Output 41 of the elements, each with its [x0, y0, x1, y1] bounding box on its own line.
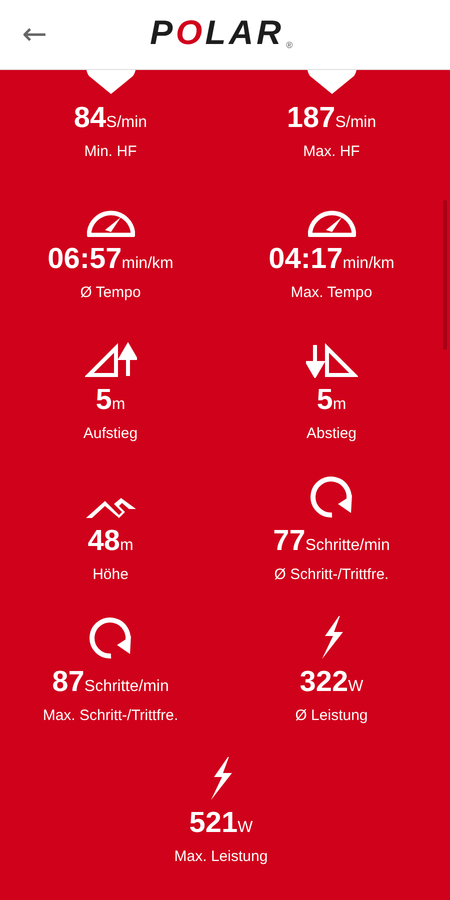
stat-unit: min/km — [342, 254, 394, 274]
stat-label: Max. Tempo — [290, 283, 372, 303]
stat-value: 06:57 — [48, 242, 122, 277]
stat-unit: S/min — [106, 113, 148, 133]
stat-label: Max. HF — [303, 142, 360, 162]
stat-label: Aufstieg — [83, 424, 138, 444]
stat-value: 84 — [74, 101, 106, 136]
stat-value: 5 — [316, 383, 333, 418]
stat-label: Max. Leistung — [174, 847, 268, 867]
stat-label: Min. HF — [84, 142, 137, 162]
stat-label: Ø Leistung — [295, 706, 368, 726]
stat-unit: min/km — [122, 254, 174, 274]
stat-unit: Schritte/min — [305, 536, 390, 556]
stat-label: Ø Tempo — [80, 283, 141, 303]
stat-value: 87 — [52, 665, 84, 700]
stat-value: 04:17 — [268, 242, 343, 277]
brand-logo: POLAR — [150, 16, 284, 50]
stat-unit: Schritte/min — [84, 677, 169, 697]
stat-unit: W — [238, 818, 253, 838]
stat-unit: m — [332, 395, 346, 415]
stat-label: Höhe — [92, 565, 128, 585]
stat-value: 187 — [286, 101, 336, 136]
cycle-icon — [310, 475, 354, 519]
mountains-icon — [84, 495, 136, 519]
back-button[interactable]: ← — [16, 20, 54, 50]
stat-unit: m — [112, 395, 126, 415]
stat-value: 322 — [300, 665, 348, 700]
stat-label: Max. Schritt-/Trittfre. — [42, 706, 178, 726]
trademark-mark: ® — [286, 40, 293, 50]
stat-label: Abstieg — [306, 424, 357, 444]
stat-unit: S/min — [335, 113, 376, 133]
stat-unit: W — [348, 677, 364, 697]
ascent-icon — [84, 342, 136, 378]
stat-value: 48 — [88, 524, 120, 559]
stat-value: 521 — [189, 806, 238, 841]
stat-value: 5 — [96, 383, 112, 418]
descent-icon — [306, 342, 358, 378]
stat-unit: m — [120, 536, 134, 556]
cycle-icon — [88, 616, 132, 660]
stat-label: Ø Schritt-/Trittfre. — [274, 565, 389, 585]
stat-value: 77 — [273, 524, 306, 559]
